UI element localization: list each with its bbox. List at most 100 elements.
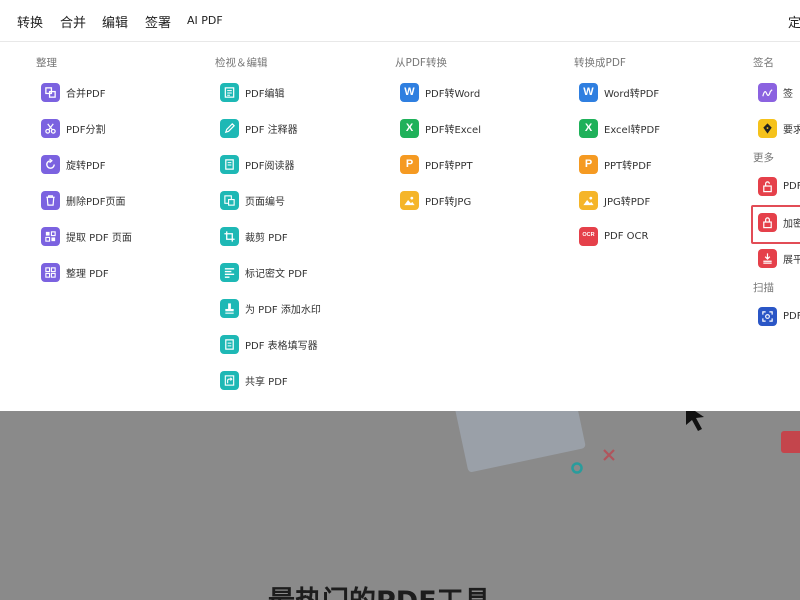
menu-item-label: 页面编号 xyxy=(245,196,285,208)
decorative-card xyxy=(454,411,586,473)
scan-icon xyxy=(758,306,777,326)
nav-merge[interactable]: 合并 xyxy=(60,12,86,31)
menu-item-label: 删除PDF页面 xyxy=(66,196,126,208)
menu-item-label: 旋转PDF xyxy=(66,160,106,172)
menu-item-label: 加密 xyxy=(783,218,800,230)
nav-right-item[interactable]: 定 xyxy=(788,12,800,31)
menu-item-label: 要求 xyxy=(783,124,800,136)
red-badge-decoration xyxy=(781,431,800,453)
nav-edit[interactable]: 编辑 xyxy=(102,12,128,31)
pen-icon xyxy=(220,118,239,138)
menu-item-protect-pdf[interactable]: 加密 xyxy=(758,211,800,233)
menu-item-pdf-to-ppt[interactable]: P PDF转PPT xyxy=(400,153,473,175)
scissors-icon xyxy=(41,118,60,138)
menu-item-page-numbers[interactable]: 页面编号 xyxy=(220,189,285,211)
menu-item-rotate-pdf[interactable]: 旋转PDF xyxy=(41,153,105,175)
nav-ai-pdf[interactable]: AI PDF xyxy=(187,14,223,27)
menu-item-unlock-pdf[interactable]: PDF xyxy=(758,175,800,197)
menu-item-crop[interactable]: 裁剪 PDF xyxy=(220,225,288,247)
menu-item-jpg-to-pdf[interactable]: JPG转PDF xyxy=(579,189,650,211)
hero-title: 最热门的PDF工具 xyxy=(268,579,491,600)
menu-item-label: 共享 PDF xyxy=(245,376,288,388)
menu-item-form-filler[interactable]: PDF 表格填写器 xyxy=(220,333,318,355)
word-icon: W xyxy=(579,82,598,102)
menu-item-scan-pdf[interactable]: PDF xyxy=(758,305,800,327)
page-number-icon xyxy=(220,190,239,210)
menu-item-flatten-pdf[interactable]: 展平 xyxy=(758,247,800,269)
menu-item-label: 展平 xyxy=(783,254,800,266)
menu-item-label: 标记密文 PDF xyxy=(245,268,308,280)
trash-icon xyxy=(41,190,60,210)
column-title: 签名 xyxy=(753,57,774,69)
column-view-edit: 检视＆编辑 PDF编辑 PDF 注释器 PDF阅读器 页面编号 裁剪 PDF 标… xyxy=(215,55,321,390)
menu-item-extract-pages[interactable]: 提取 PDF 页面 xyxy=(41,225,132,247)
nav-convert[interactable]: 转换 xyxy=(17,12,43,31)
menu-item-label: PDF xyxy=(783,310,800,322)
column-title: 从PDF转换 xyxy=(395,57,447,69)
menu-item-label: PDF转JPG xyxy=(425,196,472,208)
menu-item-pdf-to-excel[interactable]: X PDF转Excel xyxy=(400,117,481,139)
menu-item-label: PDF OCR xyxy=(604,230,649,242)
column-to-pdf: 转换成PDF W Word转PDF X Excel转PDF P PPT转PDF … xyxy=(574,55,660,246)
menu-item-label: PDF转Excel xyxy=(425,124,481,136)
menu-item-label: 合并PDF xyxy=(66,88,106,100)
menu-item-pdf-to-word[interactable]: W PDF转Word xyxy=(400,81,480,103)
menu-item-request-sign[interactable]: 要求 xyxy=(758,117,800,139)
word-icon: W xyxy=(400,82,419,102)
menu-item-reader[interactable]: PDF阅读器 xyxy=(220,153,294,175)
menu-item-ppt-to-pdf[interactable]: P PPT转PDF xyxy=(579,153,652,175)
menu-item-label: 签 xyxy=(783,88,793,100)
menu-item-annotator[interactable]: PDF 注释器 xyxy=(220,117,298,139)
menu-item-watermark[interactable]: 为 PDF 添加水印 xyxy=(220,297,321,319)
menu-item-label: PDF阅读器 xyxy=(245,160,295,172)
ocr-icon: OCR xyxy=(579,226,598,246)
column-from-pdf: 从PDF转换 W PDF转Word X PDF转Excel P PDF转PPT … xyxy=(395,55,481,210)
top-navigation: 转换 合并 编辑 签署 AI PDF 定 xyxy=(0,0,800,42)
form-icon xyxy=(220,334,239,354)
menu-item-word-to-pdf[interactable]: W Word转PDF xyxy=(579,81,659,103)
signature-icon xyxy=(758,82,777,102)
edit-document-icon xyxy=(220,82,239,102)
cursor-arrow-icon xyxy=(686,411,704,431)
menu-item-label: PDF xyxy=(783,180,800,192)
column-title: 转换成PDF xyxy=(574,57,626,69)
menu-item-label: PPT转PDF xyxy=(604,160,652,172)
menu-item-label: PDF转PPT xyxy=(425,160,473,172)
menu-item-share[interactable]: 共享 PDF xyxy=(220,369,288,391)
menu-item-pdf-edit[interactable]: PDF编辑 xyxy=(220,81,284,103)
reader-icon xyxy=(220,154,239,174)
share-icon xyxy=(220,370,239,390)
menu-item-label: 为 PDF 添加水印 xyxy=(245,304,321,316)
menu-item-organize-pdf[interactable]: 整理 PDF xyxy=(41,261,109,283)
page-backdrop-overlay: 最热门的PDF工具 xyxy=(0,411,800,600)
nav-sign[interactable]: 签署 xyxy=(145,12,171,31)
tools-mega-menu: 整理 合并PDF PDF分割 旋转PDF 删除PDF页面 提取 PDF 页面 整… xyxy=(0,43,800,411)
flatten-icon xyxy=(758,248,777,268)
excel-icon: X xyxy=(579,118,598,138)
menu-item-label: 裁剪 PDF xyxy=(245,232,288,244)
menu-item-merge-pdf[interactable]: 合并PDF xyxy=(41,81,105,103)
column-organize: 整理 合并PDF PDF分割 旋转PDF 删除PDF页面 提取 PDF 页面 整… xyxy=(36,55,132,282)
circle-decoration-icon xyxy=(571,462,583,474)
menu-item-excel-to-pdf[interactable]: X Excel转PDF xyxy=(579,117,660,139)
menu-item-pdf-to-jpg[interactable]: PDF转JPG xyxy=(400,189,471,211)
menu-item-pdf-ocr[interactable]: OCR PDF OCR xyxy=(579,225,648,247)
menu-item-delete-pages[interactable]: 删除PDF页面 xyxy=(41,189,125,211)
menu-item-redact[interactable]: 标记密文 PDF xyxy=(220,261,308,283)
merge-icon xyxy=(41,82,60,102)
unlock-icon xyxy=(758,176,777,196)
menu-item-label: PDF分割 xyxy=(66,124,106,136)
menu-item-label: 整理 PDF xyxy=(66,268,109,280)
column-title: 整理 xyxy=(36,57,57,69)
crop-icon xyxy=(220,226,239,246)
pen-nib-icon xyxy=(758,118,777,138)
menu-item-label: Word转PDF xyxy=(604,88,660,100)
menu-item-split-pdf[interactable]: PDF分割 xyxy=(41,117,105,139)
menu-item-label: PDF转Word xyxy=(425,88,481,100)
menu-item-sign[interactable]: 签 xyxy=(758,81,793,103)
lock-icon xyxy=(758,212,777,232)
menu-item-label: PDF 注释器 xyxy=(245,124,298,136)
powerpoint-icon: P xyxy=(400,154,419,174)
section-title-more: 更多 xyxy=(753,152,774,164)
menu-item-label: PDF 表格填写器 xyxy=(245,340,318,352)
